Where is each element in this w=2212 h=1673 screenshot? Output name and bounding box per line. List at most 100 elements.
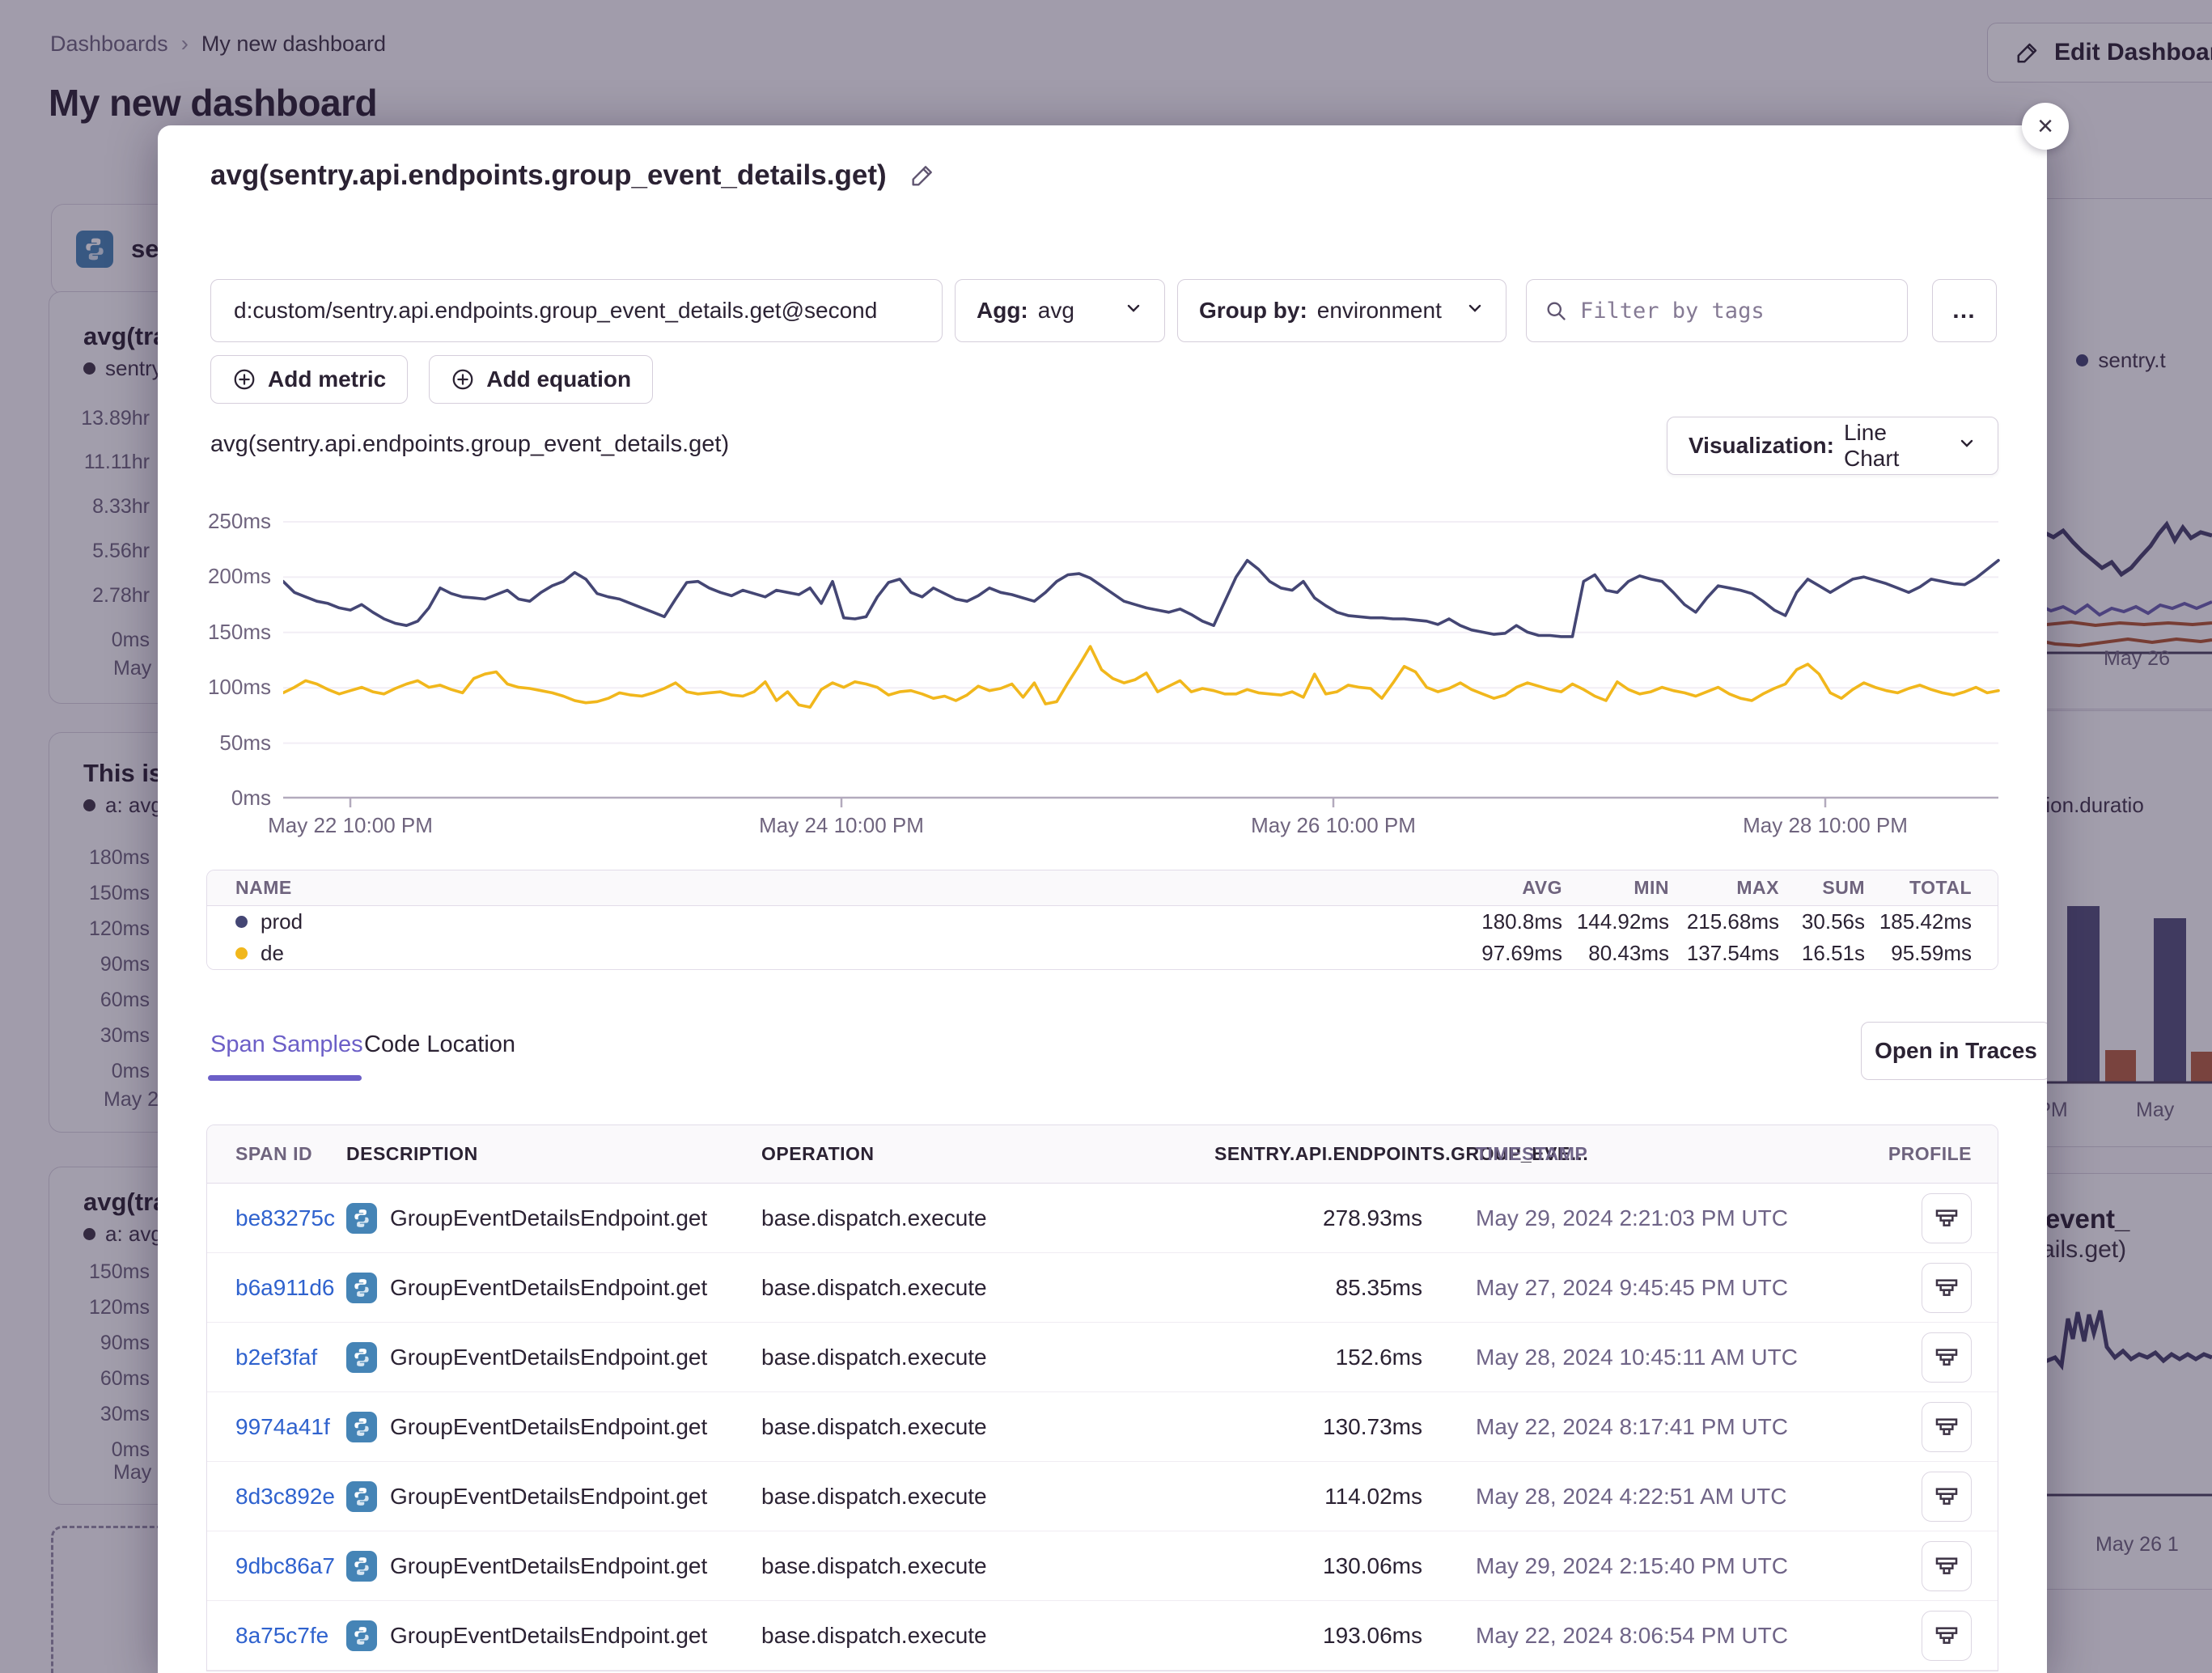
tab-code-location[interactable]: Code Location [364, 1031, 515, 1058]
profile-button[interactable] [1922, 1263, 1972, 1313]
ytick: 50ms [158, 731, 271, 756]
xtick: May 24 10:00 PM [759, 813, 924, 838]
modal-title-row: avg(sentry.api.endpoints.group_event_det… [210, 159, 935, 192]
span-description: GroupEventDetailsEndpoint.get [390, 1275, 707, 1301]
table-row: b6a911d6 GroupEventDetailsEndpoint.get b… [207, 1253, 1998, 1323]
table-row: 8d3c892e GroupEventDetailsEndpoint.get b… [207, 1462, 1998, 1531]
profile-button[interactable] [1922, 1541, 1972, 1591]
tab-divider [208, 1078, 1745, 1080]
edit-title-pencil-icon[interactable] [909, 163, 935, 188]
span-operation: base.dispatch.execute [761, 1345, 1214, 1370]
span-operation: base.dispatch.execute [761, 1484, 1214, 1510]
summary-row-prod[interactable]: prod 180.8ms 144.92ms 215.68ms 30.56s 18… [207, 906, 1998, 938]
metric-input[interactable] [210, 279, 943, 342]
col-max: MAX [1669, 877, 1779, 899]
span-description: GroupEventDetailsEndpoint.get [390, 1345, 707, 1370]
ytick: 150ms [158, 620, 271, 645]
ytick: 0ms [158, 786, 271, 811]
group-by-label: Group by: [1199, 298, 1307, 324]
tag-filter-field[interactable] [1526, 279, 1908, 342]
tab-span-samples[interactable]: Span Samples [210, 1031, 363, 1058]
close-label: × [2037, 111, 2053, 142]
span-description: GroupEventDetailsEndpoint.get [390, 1484, 707, 1510]
span-timestamp: May 22, 2024 8:17:41 PM UTC [1422, 1414, 1852, 1440]
profile-flamegraph-icon [1934, 1553, 1960, 1579]
series-summary-table: NAME AVG MIN MAX SUM TOTAL prod 180.8ms … [206, 870, 1998, 970]
span-id-link[interactable]: 9974a41f [235, 1414, 330, 1439]
add-metric-button[interactable]: Add metric [210, 355, 408, 404]
span-metric-value: 130.06ms [1214, 1553, 1422, 1579]
col-min: MIN [1562, 877, 1669, 899]
span-metric-value: 85.35ms [1214, 1275, 1422, 1301]
open-in-traces-button[interactable]: Open in Traces [1861, 1022, 2047, 1080]
col-sum: SUM [1779, 877, 1865, 899]
search-icon [1545, 299, 1567, 322]
span-description: GroupEventDetailsEndpoint.get [390, 1414, 707, 1440]
value-sum: 16.51s [1779, 941, 1865, 966]
tag-filter-input[interactable] [1580, 299, 1889, 324]
span-operation: base.dispatch.execute [761, 1205, 1214, 1231]
close-icon[interactable]: × [2022, 103, 2069, 150]
col-avg: AVG [1457, 877, 1562, 899]
value-avg: 180.8ms [1457, 909, 1562, 934]
series-color-dot [235, 947, 248, 959]
col-description: DESCRIPTION [346, 1143, 761, 1165]
metric-input-value[interactable] [234, 298, 919, 324]
add-equation-button[interactable]: Add equation [429, 355, 653, 404]
python-icon [346, 1273, 377, 1303]
span-samples-table: SPAN ID DESCRIPTION OPERATION SENTRY.API… [206, 1125, 1998, 1671]
value-min: 144.92ms [1562, 909, 1669, 934]
value-sum: 30.56s [1779, 909, 1865, 934]
profile-button[interactable] [1922, 1193, 1972, 1243]
series-name: de [261, 941, 284, 966]
col-profile: PROFILE [1852, 1143, 1998, 1165]
span-metric-value: 193.06ms [1214, 1623, 1422, 1649]
chevron-down-icon [1957, 433, 1977, 459]
value-max: 137.54ms [1669, 941, 1779, 966]
span-id-link[interactable]: 9dbc86a7 [235, 1553, 335, 1578]
summary-row-de[interactable]: de 97.69ms 80.43ms 137.54ms 16.51s 95.59… [207, 938, 1998, 969]
agg-dropdown[interactable]: Agg: avg [955, 279, 1165, 342]
table-row: 8a75c7fe GroupEventDetailsEndpoint.get b… [207, 1601, 1998, 1671]
query-builder: Agg: avg Group by: environment [158, 279, 2047, 342]
col-name: NAME [207, 877, 1457, 899]
span-description: GroupEventDetailsEndpoint.get [390, 1553, 707, 1579]
active-tab-underline [208, 1075, 362, 1081]
agg-label: Agg: [977, 298, 1028, 324]
chart-query-label: avg(sentry.api.endpoints.group_event_det… [210, 431, 729, 458]
profile-button[interactable] [1922, 1611, 1972, 1661]
screen: Dashboards › My new dashboard My new das… [0, 0, 2212, 1673]
profile-button[interactable] [1922, 1402, 1972, 1452]
python-icon [346, 1342, 377, 1373]
python-icon [346, 1551, 377, 1582]
span-metric-value: 130.73ms [1214, 1414, 1422, 1440]
profile-flamegraph-icon [1934, 1414, 1960, 1440]
metric-details-modal: avg(sentry.api.endpoints.group_event_det… [158, 125, 2047, 1673]
col-timestamp: TIMESTAMP [1422, 1143, 1852, 1165]
visualization-dropdown[interactable]: Visualization: Line Chart [1667, 417, 1998, 475]
profile-flamegraph-icon [1934, 1345, 1960, 1370]
span-operation: base.dispatch.execute [761, 1414, 1214, 1440]
profile-button[interactable] [1922, 1472, 1972, 1522]
span-timestamp: May 28, 2024 4:22:51 AM UTC [1422, 1484, 1852, 1510]
profile-flamegraph-icon [1934, 1484, 1960, 1510]
more-options-button[interactable]: … [1932, 279, 1997, 342]
group-by-dropdown[interactable]: Group by: environment [1177, 279, 1506, 342]
line-chart[interactable] [283, 520, 2000, 808]
span-id-link[interactable]: b2ef3faf [235, 1345, 317, 1370]
series-color-dot [235, 916, 248, 928]
add-equation-label: Add equation [486, 366, 631, 392]
value-total: 185.42ms [1865, 909, 1972, 934]
profile-flamegraph-icon [1934, 1623, 1960, 1649]
tabs-row: Span Samples Code Location Open in Trace… [210, 1022, 1998, 1086]
value-total: 95.59ms [1865, 941, 1972, 966]
span-id-link[interactable]: 8d3c892e [235, 1484, 335, 1509]
span-timestamp: May 28, 2024 10:45:11 AM UTC [1422, 1345, 1852, 1370]
value-avg: 97.69ms [1457, 941, 1562, 966]
span-id-link[interactable]: 8a75c7fe [235, 1623, 328, 1648]
span-id-link[interactable]: be83275c [235, 1205, 335, 1230]
span-metric-value: 278.93ms [1214, 1205, 1422, 1231]
span-id-link[interactable]: b6a911d6 [235, 1275, 335, 1300]
chevron-down-icon [1465, 298, 1485, 324]
profile-button[interactable] [1922, 1332, 1972, 1383]
